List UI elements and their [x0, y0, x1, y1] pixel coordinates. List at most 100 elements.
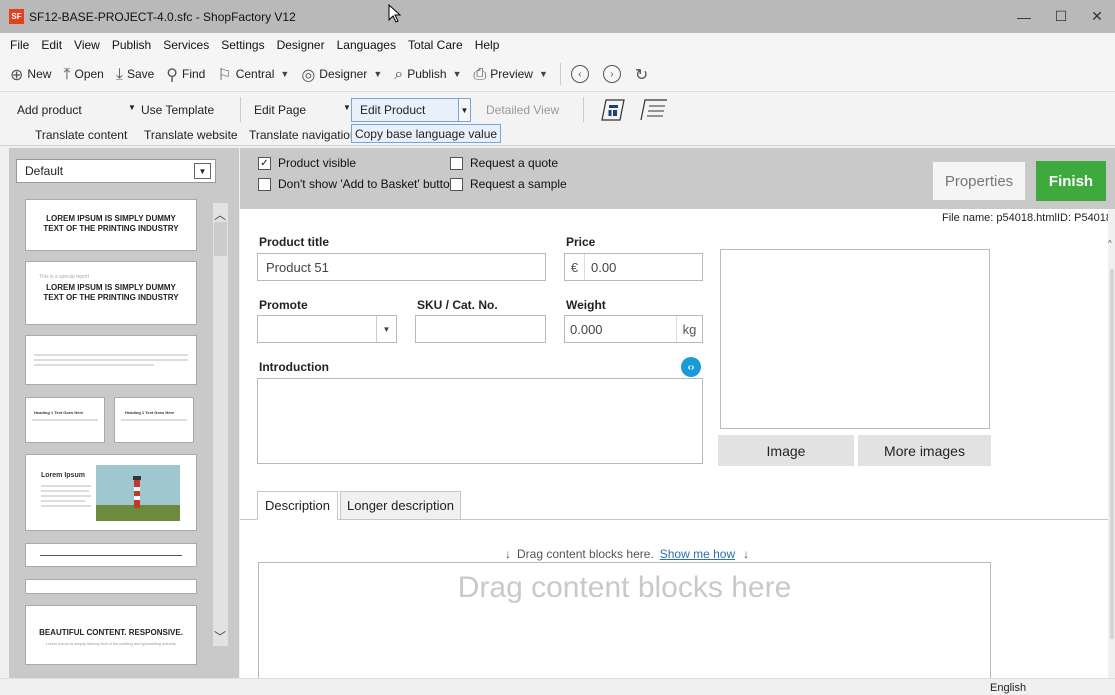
- add-product-button[interactable]: Add product: [17, 103, 82, 117]
- use-template-button[interactable]: Use Template: [141, 103, 214, 117]
- preview-button[interactable]: ⎙ Preview ▼: [473, 64, 547, 84]
- menu-designer[interactable]: Designer: [277, 38, 325, 52]
- chevron-up-icon[interactable]: ^: [1108, 239, 1112, 248]
- template-thumbnail[interactable]: Heading 1 Text Goes Here: [114, 397, 194, 443]
- download-icon: ⤓: [115, 64, 123, 83]
- menu-languages[interactable]: Languages: [337, 38, 396, 52]
- list-icon: [640, 99, 667, 121]
- no-basket-checkbox[interactable]: Don't show 'Add to Basket' button: [258, 177, 456, 191]
- request-quote-checkbox[interactable]: Request a quote: [450, 156, 558, 170]
- close-button[interactable]: ✕: [1079, 0, 1115, 33]
- menu-settings[interactable]: Settings: [221, 38, 264, 52]
- sidebar-scroll-thumb[interactable]: [214, 222, 227, 256]
- translate-navigation-button[interactable]: Translate navigation: [249, 128, 357, 142]
- content-dropzone[interactable]: Drag content blocks here: [258, 562, 991, 678]
- toolbar-divider: [559, 63, 561, 85]
- product-visible-checkbox[interactable]: ✓ Product visible: [258, 156, 356, 170]
- sidebar-scrollbar[interactable]: [213, 203, 228, 646]
- palette-icon: ◎: [301, 64, 316, 84]
- grid-view-button[interactable]: [596, 96, 630, 124]
- chevron-down-icon: ▼: [452, 69, 462, 79]
- price-label: Price: [566, 235, 596, 249]
- menu-help[interactable]: Help: [475, 38, 500, 52]
- main-scroll-thumb[interactable]: [1110, 269, 1114, 639]
- template-thumbnail[interactable]: This is a special report LOREM IPSUM IS …: [25, 261, 197, 325]
- divider: [583, 97, 584, 122]
- template-thumbnail[interactable]: BEAUTIFUL CONTENT. RESPONSIVE. Lorem ips…: [25, 605, 197, 665]
- new-button[interactable]: ⊕ New: [10, 65, 51, 84]
- promote-select[interactable]: ▼: [257, 315, 397, 343]
- translate-website-button[interactable]: Translate website: [144, 128, 238, 142]
- chevron-down-icon: ▼: [376, 316, 396, 342]
- maximize-button[interactable]: ☐: [1043, 0, 1079, 33]
- introduction-textarea[interactable]: [257, 378, 703, 464]
- status-bar: English: [0, 678, 1115, 695]
- finish-button[interactable]: Finish: [1036, 161, 1106, 201]
- copy-base-language-button[interactable]: Copy base language value: [351, 124, 501, 143]
- save-button[interactable]: ⤓ Save: [116, 64, 154, 84]
- weight-input[interactable]: 0.000 kg: [564, 315, 703, 343]
- refresh-button[interactable]: ↻: [635, 65, 652, 84]
- chevron-down-icon: ▼: [458, 99, 470, 121]
- check-icon: ✓: [258, 156, 271, 170]
- list-view-button[interactable]: [637, 96, 671, 124]
- menu-edit[interactable]: Edit: [41, 38, 62, 52]
- menu-view[interactable]: View: [74, 38, 100, 52]
- app-logo: SF: [9, 9, 24, 24]
- menu-publish[interactable]: Publish: [112, 38, 151, 52]
- detailed-view-button[interactable]: Detailed View: [486, 103, 559, 117]
- template-thumbnail[interactable]: [25, 543, 197, 567]
- menu-file[interactable]: File: [10, 38, 29, 52]
- sku-input[interactable]: [415, 315, 546, 343]
- language-indicator[interactable]: English: [990, 682, 1026, 694]
- introduction-label: Introduction: [259, 360, 329, 374]
- template-thumbnail[interactable]: LOREM IPSUM IS SIMPLY DUMMY TEXT OF THE …: [25, 199, 197, 251]
- arrow-down-icon: ↓: [505, 547, 511, 561]
- back-icon[interactable]: ‹: [570, 65, 589, 83]
- image-button[interactable]: Image: [718, 435, 854, 466]
- window-title: SF12-BASE-PROJECT-4.0.sfc - ShopFactory …: [29, 9, 296, 24]
- edit-page-button[interactable]: Edit Page: [254, 103, 306, 117]
- search-icon: ⚲: [166, 64, 179, 84]
- menu-bar: File Edit View Publish Services Settings…: [0, 33, 1115, 57]
- central-button[interactable]: ⚐ Central ▼: [217, 65, 289, 84]
- chevron-down-icon: ▼: [538, 69, 548, 79]
- template-thumbnail[interactable]: Heading 1 Text Goes Here: [25, 397, 105, 443]
- plus-circle-icon: ⊕: [10, 64, 24, 84]
- weight-unit: kg: [676, 316, 702, 342]
- price-input[interactable]: € 0.00: [564, 253, 703, 281]
- properties-button[interactable]: Properties: [932, 161, 1026, 201]
- edit-product-select[interactable]: Edit Product ▼: [351, 98, 471, 122]
- publish-button[interactable]: ⌕ Publish ▼: [394, 64, 461, 84]
- chevron-up-icon[interactable]: ︿: [214, 206, 226, 223]
- menu-services[interactable]: Services: [163, 38, 209, 52]
- upload-icon: ⤒: [63, 64, 71, 83]
- divider: [240, 97, 241, 122]
- template-thumbnail[interactable]: Lorem Ipsum: [25, 454, 197, 531]
- template-thumbnail[interactable]: [25, 335, 197, 385]
- preview-icon: ⎙: [473, 64, 487, 83]
- find-button[interactable]: ⚲ Find: [166, 65, 205, 84]
- template-style-select[interactable]: Default ▼: [16, 159, 216, 183]
- chevron-down-icon: ▼: [280, 69, 290, 79]
- chevron-down-icon: ▼: [373, 69, 383, 79]
- tab-description[interactable]: Description: [257, 491, 338, 520]
- template-thumbnail[interactable]: [25, 579, 197, 594]
- layout-icon: [601, 99, 625, 121]
- open-button[interactable]: ⤒ Open: [63, 64, 103, 84]
- euro-icon: €: [565, 254, 585, 280]
- code-view-icon[interactable]: ‹›: [681, 357, 701, 377]
- request-sample-checkbox[interactable]: Request a sample: [450, 177, 567, 191]
- designer-button[interactable]: ◎ Designer ▼: [301, 65, 382, 84]
- product-image-placeholder[interactable]: [720, 249, 990, 429]
- chevron-down-icon[interactable]: ﹀: [214, 628, 226, 645]
- main-scrollbar[interactable]: ^: [1108, 209, 1115, 678]
- tab-longer-description[interactable]: Longer description: [340, 491, 461, 520]
- more-images-button[interactable]: More images: [858, 435, 991, 466]
- forward-icon[interactable]: ›: [602, 65, 621, 83]
- translate-content-button[interactable]: Translate content: [35, 128, 127, 142]
- menu-total-care[interactable]: Total Care: [408, 38, 463, 52]
- show-me-how-link[interactable]: Show me how: [660, 547, 735, 561]
- product-title-input[interactable]: Product 51: [257, 253, 546, 281]
- minimize-button[interactable]: —: [1006, 0, 1042, 33]
